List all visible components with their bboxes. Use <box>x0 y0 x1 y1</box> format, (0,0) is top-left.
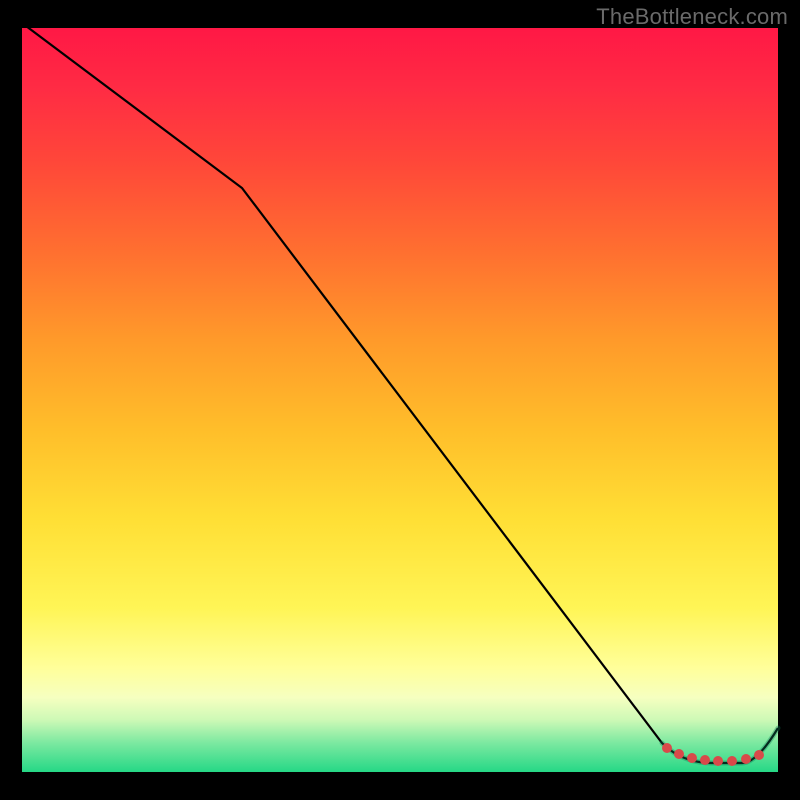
chart-frame: TheBottleneck.com <box>0 0 800 800</box>
watermark-text: TheBottleneck.com <box>596 4 788 30</box>
data-curve <box>22 23 778 763</box>
chart-svg <box>22 28 778 772</box>
plot-area <box>22 28 778 772</box>
